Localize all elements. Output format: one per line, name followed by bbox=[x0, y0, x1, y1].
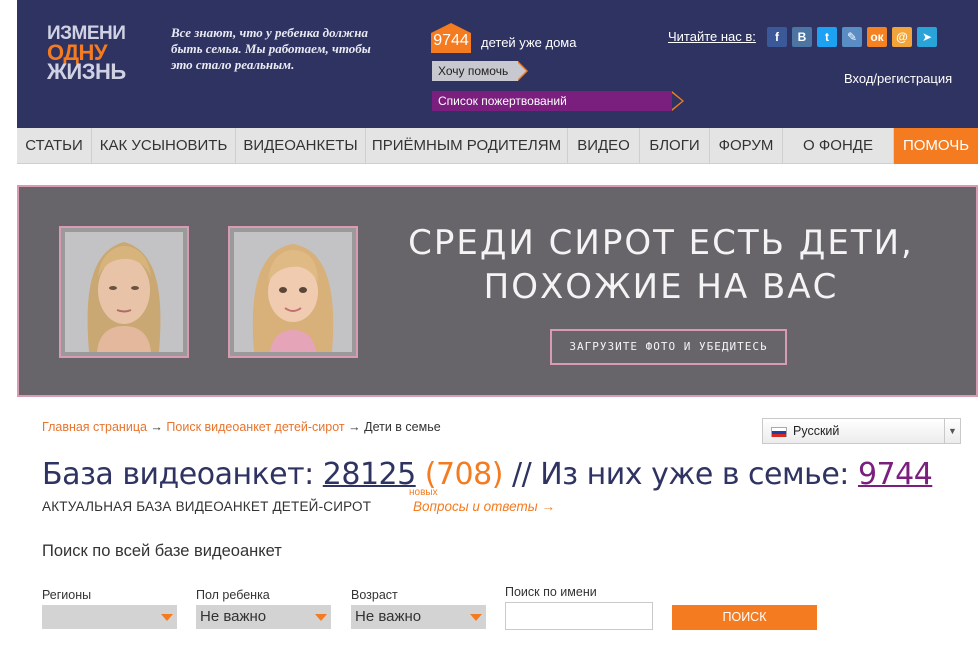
name-search-label: Поиск по имени bbox=[505, 585, 597, 599]
regions-label: Регионы bbox=[42, 588, 92, 602]
search-heading: Поиск по всей базе видеоанкет bbox=[42, 542, 282, 560]
nav-item-help[interactable]: ПОМОЧЬ bbox=[894, 128, 978, 164]
nav-item-blogs[interactable]: БЛОГИ bbox=[640, 128, 710, 164]
login-register-link[interactable]: Вход/регистрация bbox=[844, 71, 952, 86]
vkontakte-icon[interactable]: В bbox=[792, 27, 812, 47]
banner-headline-line-1: СРЕДИ СИРОТ ЕСТЬ ДЕТИ, bbox=[408, 223, 914, 263]
breadcrumb-separator: → bbox=[150, 420, 163, 434]
site-logo[interactable]: ИЗМЕНИ ОДНУ ЖИЗНЬ bbox=[47, 24, 137, 84]
promo-banner[interactable]: СРЕДИ СИРОТ ЕСТЬ ДЕТИ, ПОХОЖИЕ НА ВАС ЗА… bbox=[17, 185, 978, 397]
girl-photo bbox=[228, 226, 358, 358]
age-label: Возраст bbox=[351, 588, 398, 602]
nav-item-how-to-adopt[interactable]: КАК УСЫНОВИТЬ bbox=[92, 128, 236, 164]
girl-portrait-image bbox=[234, 232, 352, 352]
search-button[interactable]: ПОИСК bbox=[672, 605, 817, 630]
language-select[interactable]: Русский ▼ bbox=[762, 418, 961, 444]
breadcrumb: Главная страница → Поиск видеоанкет дете… bbox=[42, 420, 441, 434]
site-tagline: Все знают, что у ребенка должна быть сем… bbox=[171, 25, 371, 72]
database-total-link[interactable]: 28125 bbox=[323, 457, 416, 492]
livejournal-icon[interactable]: ✎ bbox=[842, 27, 862, 47]
caret-down-icon bbox=[315, 614, 327, 621]
home-counter-badge: 9744 bbox=[431, 23, 471, 53]
breadcrumb-home-link[interactable]: Главная страница bbox=[42, 420, 147, 434]
breadcrumb-search-link[interactable]: Поиск видеоанкет детей-сирот bbox=[166, 420, 344, 434]
database-in-family-link[interactable]: 9744 bbox=[858, 457, 933, 492]
russia-flag-icon bbox=[771, 427, 787, 437]
caret-down-icon bbox=[161, 614, 173, 621]
nav-item-forum[interactable]: ФОРУМ bbox=[710, 128, 783, 164]
upload-photo-button[interactable]: ЗАГРУЗИТЕ ФОТО И УБЕДИТЕСЬ bbox=[550, 329, 787, 365]
gender-select[interactable]: Не важно bbox=[196, 605, 331, 629]
gender-select-value: Не важно bbox=[200, 608, 267, 625]
woman-photo bbox=[59, 226, 189, 358]
home-counter-value: 9744 bbox=[433, 32, 469, 49]
database-label: База видеоанкет: bbox=[42, 457, 314, 492]
banner-headline-line-2: ПОХОЖИЕ НА ВАС bbox=[483, 267, 839, 307]
site-header: ИЗМЕНИ ОДНУ ЖИЗНЬ Все знают, что у ребен… bbox=[17, 0, 978, 128]
home-counter-label: детей уже дома bbox=[481, 35, 577, 50]
regions-select[interactable] bbox=[42, 605, 177, 629]
want-to-help-button[interactable]: Хочу помочь bbox=[432, 61, 528, 81]
mailru-icon[interactable]: @ bbox=[892, 27, 912, 47]
database-subtitle: АКТУАЛЬНАЯ БАЗА ВИДЕОАНКЕТ ДЕТЕЙ-СИРОТ bbox=[42, 499, 372, 514]
database-new-label: новых bbox=[409, 487, 438, 498]
gender-label: Пол ребенка bbox=[196, 588, 270, 602]
caret-down-icon bbox=[470, 614, 482, 621]
telegram-icon[interactable]: ➤ bbox=[917, 27, 937, 47]
odnoklassniki-icon[interactable]: ок bbox=[867, 27, 887, 47]
age-select-value: Не важно bbox=[355, 608, 422, 625]
nav-item-about[interactable]: О ФОНДЕ bbox=[783, 128, 894, 164]
donations-list-button[interactable]: Список пожертвований bbox=[432, 91, 684, 111]
banner-headline: СРЕДИ СИРОТ ЕСТЬ ДЕТИ, ПОХОЖИЕ НА ВАС bbox=[389, 221, 933, 309]
language-selected: Русский bbox=[793, 424, 840, 438]
chevron-down-icon[interactable]: ▼ bbox=[944, 419, 960, 443]
logo-line-3: ЖИЗНЬ bbox=[47, 59, 126, 84]
nav-item-articles[interactable]: СТАТЬИ bbox=[17, 128, 92, 164]
nav-item-video[interactable]: ВИДЕО bbox=[568, 128, 640, 164]
woman-portrait-image bbox=[65, 232, 183, 352]
nav-item-foster-parents[interactable]: ПРИЁМНЫМ РОДИТЕЛЯМ bbox=[366, 128, 568, 164]
twitter-icon[interactable]: t bbox=[817, 27, 837, 47]
database-title: База видеоанкет: 28125 (708) // Из них у… bbox=[42, 457, 933, 492]
breadcrumb-separator: → bbox=[348, 420, 361, 434]
name-search-input[interactable] bbox=[505, 602, 653, 630]
main-nav: СТАТЬИ КАК УСЫНОВИТЬ ВИДЕОАНКЕТЫ ПРИЁМНЫ… bbox=[17, 128, 978, 164]
age-select[interactable]: Не важно bbox=[351, 605, 486, 629]
nav-item-video-profiles[interactable]: ВИДЕОАНКЕТЫ bbox=[236, 128, 366, 164]
read-us-link[interactable]: Читайте нас в: bbox=[668, 29, 756, 44]
facebook-icon[interactable]: f bbox=[767, 27, 787, 47]
breadcrumb-current: Дети в семье bbox=[364, 420, 441, 434]
faq-link[interactable]: Вопросы и ответы → bbox=[413, 499, 555, 514]
database-in-family-label: // Из них уже в семье: bbox=[511, 457, 849, 492]
